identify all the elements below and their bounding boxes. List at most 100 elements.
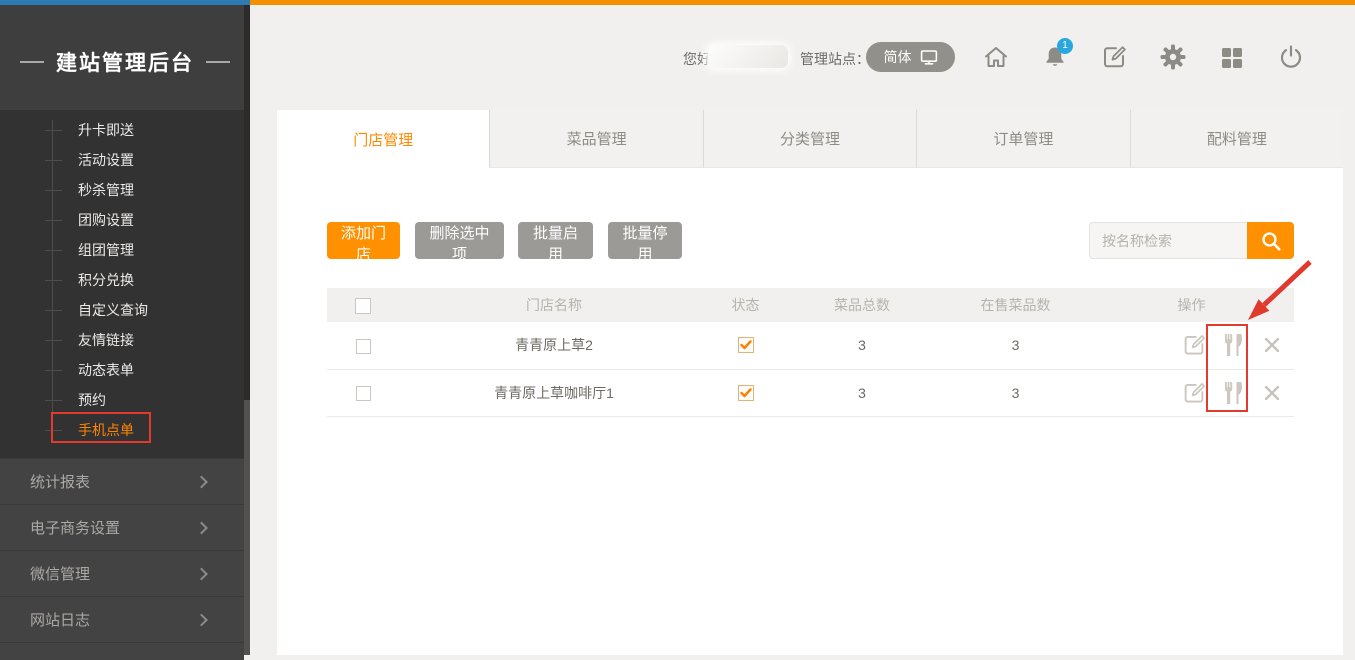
- delete-x-icon[interactable]: [1263, 384, 1281, 402]
- dining-icon[interactable]: [1222, 332, 1248, 358]
- sidebar-item-activity-settings[interactable]: 活动设置: [0, 145, 244, 175]
- sidebar-sections: 统计报表 电子商务设置 微信管理 网站日志: [0, 458, 244, 655]
- sidebar-item-label: 动态表单: [78, 355, 134, 385]
- tab-store-management[interactable]: 门店管理: [277, 110, 489, 168]
- tab-dish-management[interactable]: 菜品管理: [489, 110, 702, 168]
- chevron-right-icon: [195, 521, 208, 534]
- content-panel: 门店管理 菜品管理 分类管理 订单管理 配料管理 添加门店 删除选中项 批量启用…: [277, 110, 1343, 655]
- sidebar-item-group-buy[interactable]: 团购设置: [0, 205, 244, 235]
- tree-tick: [45, 220, 62, 221]
- logout-button[interactable]: [1277, 43, 1305, 71]
- col-dish-onsale: 在售菜品数: [942, 288, 1089, 322]
- app-logo: 建站管理后台: [0, 5, 250, 118]
- tree-tick: [45, 250, 62, 251]
- section-label: 微信管理: [30, 563, 90, 584]
- delete-x-icon[interactable]: [1263, 336, 1281, 354]
- tab-order-management[interactable]: 订单管理: [916, 110, 1129, 168]
- tab-bar: 门店管理 菜品管理 分类管理 订单管理 配料管理: [277, 110, 1343, 168]
- search-input[interactable]: [1089, 222, 1247, 259]
- tab-category-management[interactable]: 分类管理: [703, 110, 916, 168]
- redacted-username: [708, 45, 788, 68]
- toolbar: 添加门店 删除选中项 批量启用 批量停用: [277, 222, 1343, 259]
- edit-icon[interactable]: [1181, 380, 1207, 406]
- sidebar: 建站管理后台 升卡即送 活动设置 秒杀管理 团购设置 组团管理 积分兑换 自定义…: [0, 5, 250, 655]
- row-checkbox[interactable]: [356, 339, 371, 354]
- dining-icon[interactable]: [1222, 380, 1248, 406]
- col-status: 状态: [709, 288, 782, 322]
- status-checkbox-checked[interactable]: [738, 385, 754, 401]
- search-bar: [1089, 222, 1294, 259]
- settings-button[interactable]: [1159, 43, 1187, 71]
- tree-tick: [45, 280, 62, 281]
- chevron-right-icon: [195, 613, 208, 626]
- col-operations: 操作: [1089, 288, 1294, 322]
- search-button[interactable]: [1247, 222, 1294, 259]
- row-checkbox[interactable]: [356, 386, 371, 401]
- dish-onsale-cell: 3: [942, 369, 1089, 416]
- table-row: 青青原上草咖啡厅1 3 3: [327, 369, 1294, 416]
- select-all-checkbox[interactable]: [355, 298, 371, 314]
- dish-onsale-cell: 3: [942, 322, 1089, 369]
- notifications-button[interactable]: 1: [1041, 43, 1069, 71]
- batch-enable-button[interactable]: 批量启用: [518, 222, 593, 259]
- sidebar-item-custom-query[interactable]: 自定义查询: [0, 295, 244, 325]
- table-header-row: 门店名称 状态 菜品总数 在售菜品数 操作: [327, 288, 1294, 322]
- search-icon: [1260, 230, 1282, 252]
- sidebar-item-flash-sale[interactable]: 秒杀管理: [0, 175, 244, 205]
- header-select-all-cell: [327, 288, 399, 322]
- batch-disable-button[interactable]: 批量停用: [608, 222, 682, 259]
- home-icon: [982, 43, 1010, 71]
- sidebar-item-points-exchange[interactable]: 积分兑换: [0, 265, 244, 295]
- sidebar-submenu: 升卡即送 活动设置 秒杀管理 团购设置 组团管理 积分兑换 自定义查询 友情链接…: [0, 110, 244, 458]
- edit-icon: [1100, 43, 1128, 71]
- delete-selected-button[interactable]: 删除选中项: [415, 222, 504, 259]
- sidebar-item-friend-links[interactable]: 友情链接: [0, 325, 244, 355]
- sidebar-section-statistics[interactable]: 统计报表: [0, 458, 244, 504]
- sidebar-item-label: 预约: [78, 385, 106, 415]
- col-store-name: 门店名称: [399, 288, 709, 322]
- language-site-button[interactable]: 简体: [866, 42, 955, 72]
- logo-dash-left: [20, 61, 44, 63]
- sidebar-scrollbar-thumb[interactable]: [244, 400, 250, 655]
- tree-tick: [45, 190, 62, 191]
- sidebar-item-reservation[interactable]: 预约: [0, 385, 244, 415]
- chevron-right-icon: [195, 475, 208, 488]
- sidebar-item-upgrade-card[interactable]: 升卡即送: [0, 115, 244, 145]
- row-operations: [1089, 332, 1294, 358]
- row-operations: [1089, 380, 1294, 406]
- tab-ingredient-management[interactable]: 配料管理: [1130, 110, 1343, 168]
- dish-total-cell: 3: [782, 369, 942, 416]
- sidebar-item-label: 活动设置: [78, 145, 134, 175]
- gear-icon: [1159, 43, 1187, 71]
- tree-tick: [45, 400, 62, 401]
- notification-badge: 1: [1057, 38, 1073, 54]
- section-label: 网站日志: [30, 609, 90, 630]
- status-checkbox-checked[interactable]: [738, 337, 754, 353]
- store-name-cell: 青青原上草2: [399, 322, 709, 369]
- add-store-button[interactable]: 添加门店: [327, 222, 400, 259]
- edit-icon[interactable]: [1181, 332, 1207, 358]
- check-icon: [740, 340, 752, 350]
- apps-button[interactable]: [1218, 43, 1246, 71]
- sidebar-item-label: 组团管理: [78, 235, 134, 265]
- tree-tick: [45, 160, 62, 161]
- sidebar-section-site-log[interactable]: 网站日志: [0, 596, 244, 642]
- sidebar-section-wechat[interactable]: 微信管理: [0, 550, 244, 596]
- power-icon: [1277, 43, 1305, 71]
- sidebar-item-label: 友情链接: [78, 325, 134, 355]
- sidebar-item-team-mgmt[interactable]: 组团管理: [0, 235, 244, 265]
- app-title: 建站管理后台: [56, 47, 194, 77]
- sidebar-section-ecommerce[interactable]: 电子商务设置: [0, 504, 244, 550]
- sidebar-item-label: 团购设置: [78, 205, 134, 235]
- section-label: 统计报表: [30, 471, 90, 492]
- sidebar-item-dynamic-forms[interactable]: 动态表单: [0, 355, 244, 385]
- sidebar-item-label: 自定义查询: [78, 295, 148, 325]
- edit-button[interactable]: [1100, 43, 1128, 71]
- check-icon: [740, 388, 752, 398]
- home-button[interactable]: [982, 43, 1010, 71]
- sidebar-item-mobile-ordering[interactable]: 手机点单: [0, 415, 244, 445]
- logo-dash-right: [206, 61, 230, 63]
- sidebar-item-label: 秒杀管理: [78, 175, 134, 205]
- language-label: 简体: [884, 47, 912, 67]
- top-header: 您好 管理站点： 简体 1: [250, 5, 1355, 105]
